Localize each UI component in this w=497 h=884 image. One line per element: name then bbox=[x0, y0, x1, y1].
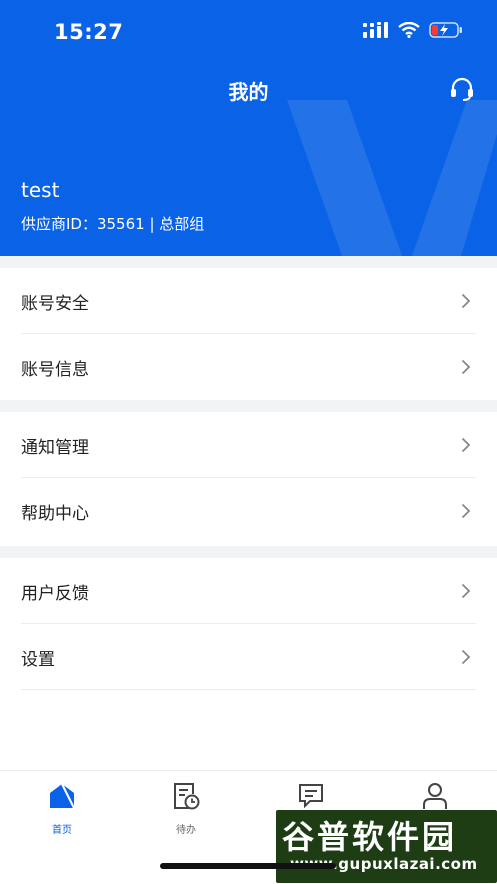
user-name: test bbox=[21, 178, 60, 202]
chevron-right-icon bbox=[461, 583, 471, 599]
chevron-right-icon bbox=[461, 649, 471, 665]
user-icon bbox=[423, 783, 447, 809]
menu-item-user-feedback[interactable]: 用户反馈 bbox=[0, 558, 497, 624]
section-gap bbox=[0, 546, 497, 558]
menu-item-account-info[interactable]: 账号信息 bbox=[0, 334, 497, 400]
tab-home[interactable]: 首页 bbox=[22, 781, 102, 836]
chevron-right-icon bbox=[461, 503, 471, 519]
cellular-signal-icon bbox=[363, 22, 388, 38]
section-gap bbox=[0, 256, 497, 268]
supplier-info: 供应商ID：35561 | 总部组 bbox=[21, 215, 205, 233]
menu-item-label: 账号安全 bbox=[21, 293, 89, 314]
menu-item-settings[interactable]: 设置 bbox=[0, 624, 497, 690]
tab-label: 待办 bbox=[176, 825, 196, 836]
status-time: 15:27 bbox=[54, 20, 124, 44]
wifi-icon bbox=[398, 22, 420, 38]
customer-service-headset-icon[interactable] bbox=[449, 76, 475, 102]
site-watermark-logo: 谷普软件园 www.gupuxlazai.com bbox=[276, 810, 497, 883]
battery-low-charging-icon bbox=[429, 22, 462, 38]
brand-watermark-icon bbox=[287, 100, 497, 256]
profile-header: 15:27 我的 test 供应商ID：35561 | 总部组 bbox=[0, 0, 497, 256]
menu-item-label: 设置 bbox=[21, 649, 55, 670]
chevron-right-icon bbox=[461, 359, 471, 375]
menu-item-label: 帮助中心 bbox=[21, 503, 89, 524]
tab-todo[interactable]: 待办 bbox=[146, 781, 226, 836]
chevron-right-icon bbox=[461, 437, 471, 453]
tab-label: 首页 bbox=[52, 825, 72, 836]
page-title: 我的 bbox=[228, 80, 269, 104]
status-bar: 15:27 bbox=[0, 0, 497, 64]
menu-item-account-security[interactable]: 账号安全 bbox=[0, 268, 497, 334]
menu-item-help-center[interactable]: 帮助中心 bbox=[0, 478, 497, 544]
menu-item-label: 通知管理 bbox=[21, 437, 89, 458]
divider bbox=[21, 689, 476, 690]
chevron-right-icon bbox=[461, 293, 471, 309]
menu-item-label: 用户反馈 bbox=[21, 583, 89, 604]
message-icon bbox=[299, 784, 323, 809]
todo-clock-icon bbox=[174, 783, 200, 810]
menu-item-label: 账号信息 bbox=[21, 359, 89, 380]
home-icon bbox=[50, 783, 75, 809]
section-gap bbox=[0, 400, 497, 412]
menu-item-notification-management[interactable]: 通知管理 bbox=[0, 412, 497, 478]
watermark-logo-title: 谷普软件园 bbox=[282, 818, 458, 856]
home-indicator[interactable] bbox=[160, 863, 336, 869]
